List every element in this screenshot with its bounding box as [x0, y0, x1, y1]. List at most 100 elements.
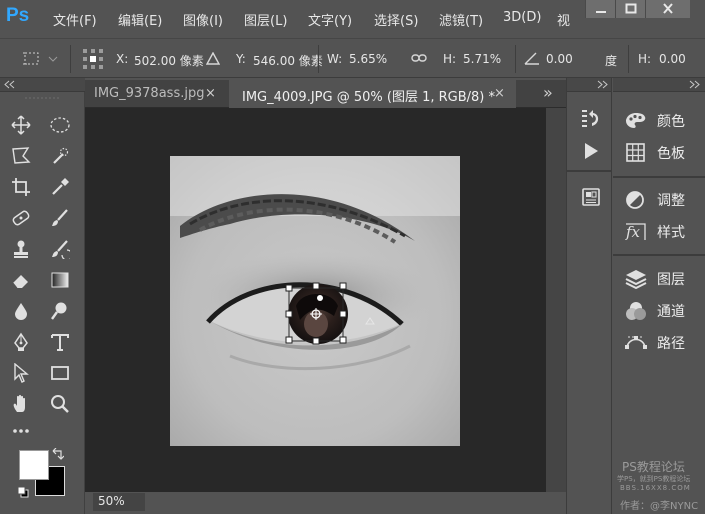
history-panel-button[interactable] [575, 104, 605, 132]
menu-bar: Ps 文件(F) 编辑(E) 图像(I) 图层(L) 文字(Y) 选择(S) 滤… [0, 0, 705, 38]
chevron-down-icon[interactable] [48, 55, 58, 63]
svg-text:fx: fx [625, 223, 641, 241]
collapse-dock-icon[interactable] [597, 80, 609, 89]
y-field[interactable]: 546.00 像素 [253, 52, 323, 69]
palette-icon [626, 113, 646, 128]
grip-icon[interactable] [25, 96, 61, 100]
vertical-scrollbar[interactable] [546, 108, 566, 492]
color-panel-button[interactable]: 颜色 [621, 106, 705, 134]
tab-close-button[interactable]: × [494, 86, 505, 101]
channels-panel-button[interactable]: 通道 [621, 296, 705, 324]
panel-label-channels: 通道 [657, 304, 685, 320]
rectangle-tool[interactable] [46, 360, 74, 386]
blur-tool[interactable] [7, 298, 35, 324]
document-tab-bar: IMG_9378ass.jpg × IMG_4009.JPG @ 50% (图层… [85, 80, 566, 108]
photoshop-logo: Ps [6, 5, 30, 26]
bandage-icon [12, 210, 30, 226]
move-tool[interactable] [7, 112, 35, 138]
panel-label-swatches: 色板 [657, 146, 685, 162]
menu-view[interactable]: 视 [557, 10, 570, 29]
more-tools[interactable] [7, 418, 35, 444]
canvas-area[interactable] [85, 108, 546, 492]
panel-label-paths: 路径 [657, 336, 685, 352]
rectangle-icon [51, 366, 69, 380]
quick-selection-tool[interactable] [46, 143, 74, 169]
dodge-icon [51, 302, 67, 320]
default-colors-icon[interactable] [17, 486, 29, 498]
h-skew-field[interactable]: 0.00 [659, 52, 686, 66]
reference-point-icon[interactable] [80, 46, 106, 72]
paths-icon [625, 336, 647, 349]
layers-panel-button[interactable]: 图层 [621, 264, 705, 292]
styles-panel-button[interactable]: fx 样式 [621, 217, 705, 245]
close-window-button[interactable] [645, 0, 690, 18]
tab-img-4009[interactable]: IMG_4009.JPG @ 50% (图层 1, RGB/8) * [229, 80, 516, 108]
document-image[interactable] [170, 156, 460, 446]
menu-edit[interactable]: 编辑(E) [118, 10, 162, 29]
foreground-color-swatch[interactable] [19, 450, 49, 480]
height-field[interactable]: 5.71% [463, 52, 501, 66]
tools-panel [0, 78, 85, 514]
history-brush-tool[interactable] [46, 236, 74, 262]
pen-tool[interactable] [7, 329, 35, 355]
polygonal-lasso-tool[interactable] [7, 143, 35, 169]
type-tool[interactable] [46, 329, 74, 355]
menu-type[interactable]: 文字(Y) [308, 10, 352, 29]
crop-tool[interactable] [7, 174, 35, 200]
type-icon [51, 334, 69, 351]
actions-panel-button[interactable] [575, 136, 605, 164]
menu-select[interactable]: 选择(S) [374, 10, 418, 29]
link-icon[interactable] [411, 53, 427, 63]
transform-tool-icon[interactable] [22, 49, 44, 69]
zoom-tool[interactable] [46, 391, 74, 417]
paths-panel-button[interactable]: 路径 [621, 328, 705, 356]
pen-icon [14, 332, 28, 351]
swatches-grid-icon [626, 143, 645, 162]
menu-3d[interactable]: 3D(D) [503, 10, 541, 25]
history-brush-icon [52, 240, 70, 259]
collapse-panel-icon[interactable] [4, 80, 16, 89]
minimize-button[interactable] [585, 0, 615, 18]
angle-icon [524, 52, 539, 65]
panel-label-adjustments: 调整 [657, 193, 685, 209]
clone-stamp-tool[interactable] [7, 236, 35, 262]
magnifier-icon [51, 395, 69, 413]
stamp-icon [14, 240, 28, 258]
maximize-button[interactable] [615, 0, 645, 18]
tab-close-button[interactable]: × [205, 86, 216, 101]
angle-field[interactable]: 0.00 [546, 52, 573, 66]
delta-icon[interactable] [206, 52, 220, 65]
menu-image[interactable]: 图像(I) [183, 10, 223, 29]
hand-tool[interactable] [7, 391, 35, 417]
brush-tool[interactable] [46, 205, 74, 231]
eyedropper-tool[interactable] [46, 174, 74, 200]
x-field[interactable]: 502.00 像素 [134, 52, 204, 69]
dodge-tool[interactable] [46, 298, 74, 324]
y-label: Y: [236, 52, 246, 66]
path-selection-tool[interactable] [7, 360, 35, 386]
swap-colors-icon[interactable] [50, 448, 64, 462]
adjustments-panel-button[interactable]: 调整 [621, 185, 705, 213]
tab-label: IMG_9378ass.jpg [94, 86, 205, 101]
eraser-icon [12, 275, 28, 289]
spot-healing-tool[interactable] [7, 205, 35, 231]
width-field[interactable]: 5.65% [349, 52, 387, 66]
watermark-url: BBS.16XX8.COM [620, 484, 691, 492]
menu-filter[interactable]: 滤镜(T) [439, 10, 483, 29]
gradient-tool[interactable] [46, 267, 74, 293]
watermark-slogan: 学PS，就到PS教程论坛 [617, 475, 691, 483]
collapse-dock-icon[interactable] [689, 80, 701, 89]
menu-layer[interactable]: 图层(L) [244, 10, 287, 29]
ellipse-marquee-tool[interactable] [46, 112, 74, 138]
ellipsis-icon [13, 429, 29, 433]
eraser-tool[interactable] [7, 267, 35, 293]
properties-panel-button[interactable] [575, 182, 605, 210]
channels-icon [626, 302, 646, 320]
hand-icon [13, 394, 25, 412]
swatches-panel-button[interactable]: 色板 [621, 138, 705, 166]
options-bar: X: 502.00 像素 Y: 546.00 像素 W: 5.65% H: 5.… [0, 38, 705, 78]
zoom-level-field[interactable]: 50% [93, 493, 145, 511]
menu-file[interactable]: 文件(F) [53, 10, 97, 29]
watermark-author: 作者：@李NYNC [620, 501, 699, 512]
tab-overflow-button[interactable]: » [543, 83, 553, 102]
